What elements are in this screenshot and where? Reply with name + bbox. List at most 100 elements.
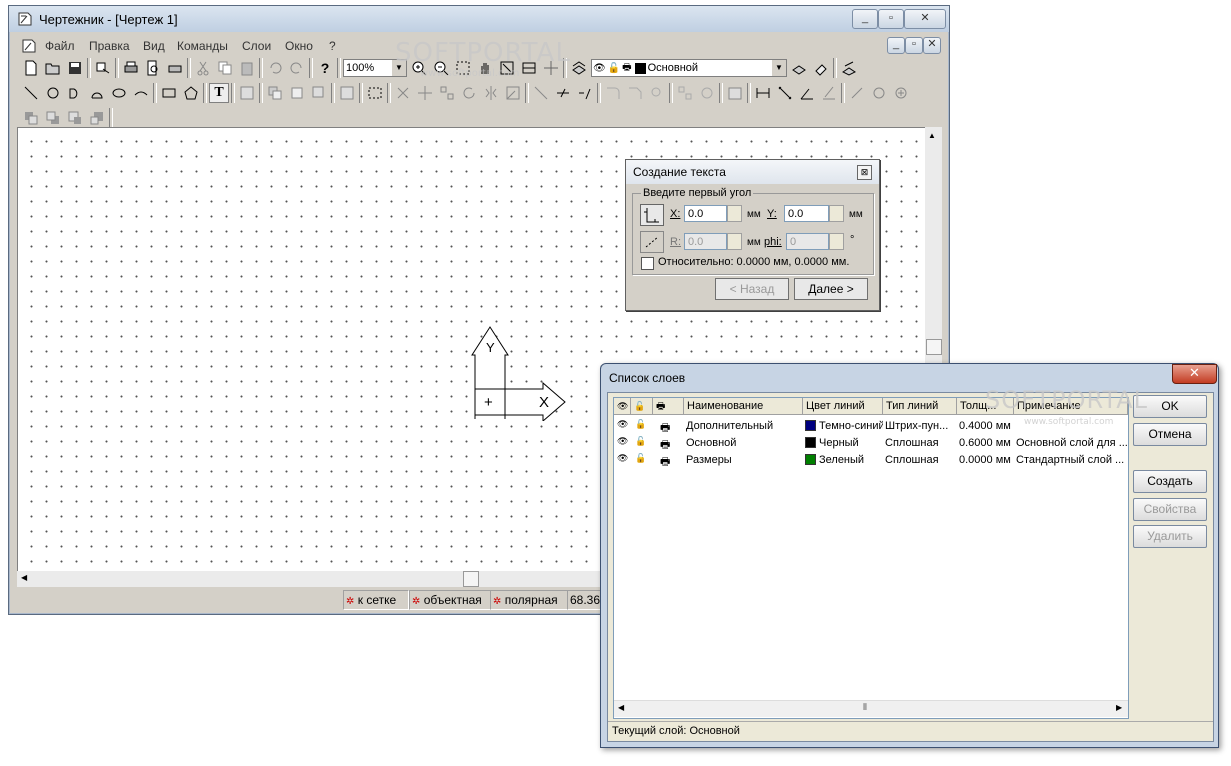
cartesian-mode-button[interactable] xyxy=(640,204,664,226)
send-backward-icon[interactable] xyxy=(87,108,107,128)
group-icon[interactable] xyxy=(675,83,695,103)
eye-icon[interactable]: 👁 xyxy=(617,453,628,464)
undo-icon[interactable] xyxy=(265,58,285,78)
table-row[interactable]: 👁 🔓 🖶 Размеры Зеленый Сплошная 0.0000 мм… xyxy=(614,452,1128,469)
polygon-icon[interactable] xyxy=(181,83,201,103)
header-color[interactable]: Цвет линий xyxy=(803,398,883,415)
menu-view[interactable]: Вид xyxy=(143,39,165,53)
properties-icon[interactable] xyxy=(725,83,745,103)
y-input[interactable]: 0.0 xyxy=(784,205,829,222)
layers-icon[interactable] xyxy=(569,58,589,78)
export-icon[interactable] xyxy=(93,58,113,78)
header-name[interactable]: Наименование xyxy=(684,398,803,415)
circle-icon[interactable] xyxy=(43,83,63,103)
status-snap-grid[interactable]: ✲ к сетке xyxy=(343,590,409,610)
next-button[interactable]: Далее > xyxy=(794,278,868,300)
table-row[interactable]: 👁 🔓 🖶 Основной Черный Сплошная 0.6000 мм… xyxy=(614,435,1128,452)
maximize-button[interactable]: ▫ xyxy=(878,9,904,29)
phi-input[interactable]: 0 xyxy=(786,233,829,250)
r-spinner[interactable] xyxy=(727,233,742,250)
scroll-up-icon[interactable]: ▲ xyxy=(928,131,936,140)
layers-list[interactable]: 👁 🔓 🖶 Наименование Цвет линий Тип линий … xyxy=(613,397,1129,719)
print-icon[interactable] xyxy=(121,58,141,78)
mirror-icon[interactable] xyxy=(481,83,501,103)
radial-dim-icon[interactable] xyxy=(819,83,839,103)
menu-help[interactable]: ? xyxy=(329,39,336,53)
menu-edit[interactable]: Правка xyxy=(89,39,130,53)
lock-icon[interactable]: 🔓 xyxy=(635,453,646,464)
layer-properties-icon[interactable] xyxy=(789,58,809,78)
status-snap-object[interactable]: ✲ объектная xyxy=(409,590,491,610)
paste-icon[interactable] xyxy=(237,58,257,78)
eraser-icon[interactable] xyxy=(811,58,831,78)
offset-icon[interactable] xyxy=(647,83,667,103)
menu-window[interactable]: Окно xyxy=(285,39,313,53)
print-preview-icon[interactable] xyxy=(143,58,163,78)
hatch-icon[interactable] xyxy=(237,83,257,103)
image-icon[interactable] xyxy=(337,83,357,103)
send-to-back-icon[interactable] xyxy=(43,108,63,128)
menu-file[interactable]: Файл xyxy=(45,39,75,53)
help-icon[interactable]: ? xyxy=(315,58,335,78)
ordinate-dim-icon[interactable] xyxy=(869,83,889,103)
cancel-button[interactable]: Отмена xyxy=(1133,423,1207,446)
rotate-icon[interactable] xyxy=(459,83,479,103)
rectangle-icon[interactable] xyxy=(159,83,179,103)
insert-block-icon[interactable] xyxy=(287,83,307,103)
minimize-button[interactable]: _ xyxy=(852,9,878,29)
header-print[interactable]: 🖶 xyxy=(653,398,684,415)
elliptic-arc-icon[interactable] xyxy=(131,83,151,103)
properties-button[interactable]: Свойства xyxy=(1133,498,1207,521)
scale-icon[interactable] xyxy=(503,83,523,103)
menu-layers[interactable]: Слои xyxy=(242,39,271,53)
polar-mode-button[interactable] xyxy=(640,231,664,253)
page-setup-icon[interactable] xyxy=(165,58,185,78)
cut-icon[interactable] xyxy=(193,58,213,78)
scroll-right-icon[interactable]: ▶ xyxy=(1116,703,1122,712)
header-linetype[interactable]: Тип линий xyxy=(883,398,957,415)
new-file-icon[interactable] xyxy=(21,58,41,78)
open-folder-icon[interactable] xyxy=(43,58,63,78)
layer-manager-icon[interactable] xyxy=(839,58,859,78)
chevron-down-icon[interactable]: ▼ xyxy=(772,60,786,76)
arc-3pt-icon[interactable] xyxy=(87,83,107,103)
delete-button[interactable]: Удалить xyxy=(1133,525,1207,548)
angular-dim-icon[interactable] xyxy=(797,83,817,103)
ungroup-icon[interactable] xyxy=(697,83,717,103)
chamfer-icon[interactable] xyxy=(625,83,645,103)
dialog-close-button[interactable]: ⊠ xyxy=(857,165,872,180)
layer-select[interactable]: 👁 🔓 🖶 Основной ▼ xyxy=(591,59,787,77)
delete-icon[interactable] xyxy=(393,83,413,103)
dialog-title-bar[interactable]: Создание текста ⊠ xyxy=(626,160,879,184)
relative-checkbox[interactable] xyxy=(641,257,654,270)
phi-spinner[interactable] xyxy=(829,233,844,250)
bring-to-front-icon[interactable] xyxy=(21,108,41,128)
scroll-left-icon[interactable]: ◀ xyxy=(618,703,624,712)
scroll-left-icon[interactable]: ◀ xyxy=(21,573,27,582)
title-bar[interactable]: Чертежник - [Чертеж 1] _ ▫ ✕ xyxy=(9,6,949,32)
r-input[interactable]: 0.0 xyxy=(684,233,727,250)
eye-icon[interactable]: 👁 xyxy=(617,419,628,430)
horizontal-scroll-thumb[interactable] xyxy=(463,571,479,587)
x-input[interactable]: 0.0 xyxy=(684,205,727,222)
header-lock[interactable]: 🔓 xyxy=(631,398,653,415)
printer-icon[interactable]: 🖶 xyxy=(660,453,670,472)
status-snap-polar[interactable]: ✲ полярная xyxy=(490,590,568,610)
y-spinner[interactable] xyxy=(829,205,844,222)
fillet-icon[interactable] xyxy=(603,83,623,103)
extend-icon[interactable] xyxy=(553,83,573,103)
block-icon[interactable] xyxy=(265,83,285,103)
vertical-scroll-thumb[interactable] xyxy=(926,339,942,355)
explode-icon[interactable] xyxy=(309,83,329,103)
close-button[interactable]: ✕ xyxy=(904,9,946,29)
diameter-dim-icon[interactable] xyxy=(847,83,867,103)
lock-icon[interactable]: 🔓 xyxy=(635,419,646,430)
redo-icon[interactable] xyxy=(287,58,307,78)
layers-close-button[interactable]: ✕ xyxy=(1172,364,1217,384)
text-tool-icon[interactable]: T xyxy=(209,83,229,103)
scroll-grip-icon[interactable]: ⦀ xyxy=(863,702,867,713)
save-icon[interactable] xyxy=(65,58,85,78)
bring-forward-icon[interactable] xyxy=(65,108,85,128)
lock-icon[interactable]: 🔓 xyxy=(635,436,646,447)
break-icon[interactable] xyxy=(575,83,595,103)
